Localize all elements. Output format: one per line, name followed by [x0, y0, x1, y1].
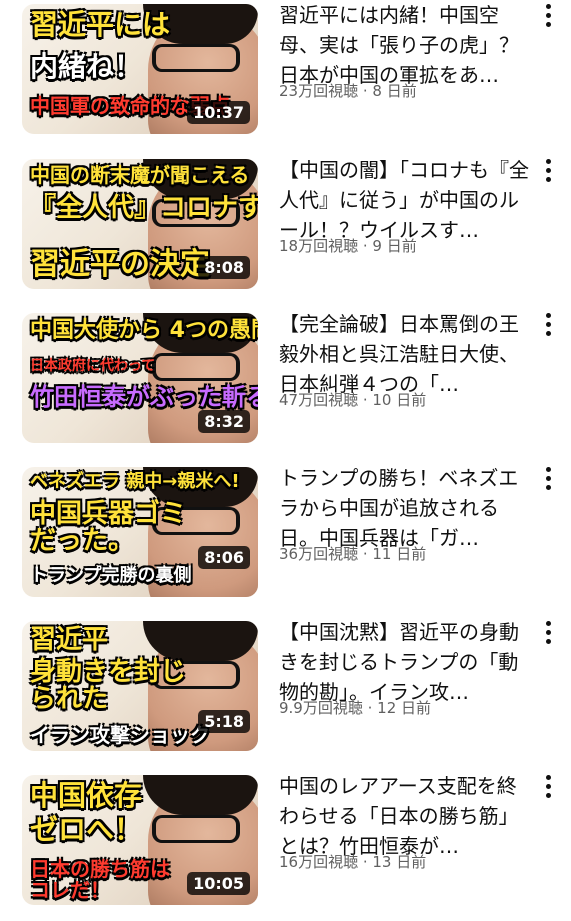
thumbnail-caption: 内緒ね！: [30, 50, 143, 83]
video-meta: 9.9万回視聴 · 12 日前: [279, 699, 432, 717]
video-title[interactable]: 【中国沈黙】習近平の身動きを封じるトランプの「動物的勘」。イラン攻…: [279, 617, 529, 707]
video-item[interactable]: 中国大使から 4つの愚問 日本政府に代わって 竹田恒泰がぶった斬る！ 8:32 …: [0, 309, 571, 459]
video-thumbnail[interactable]: 習近平 身動きを封じられた イラン攻撃ショック 5:18: [22, 621, 258, 751]
thumbnail-caption: 竹田恒泰がぶった斬る！: [30, 383, 258, 411]
thumbnail-caption: 日本政府に代わって: [30, 358, 156, 374]
thumbnail-caption: 習近平: [30, 625, 109, 655]
more-vertical-icon[interactable]: [538, 309, 558, 339]
video-thumbnail[interactable]: ベネズエラ 親中→親米へ! 中国兵器ゴミだった。 トランプ完勝の裏側 8:06: [22, 467, 258, 597]
thumbnail-caption: 『全人代』コロナすら従う: [30, 193, 258, 223]
thumbnail-caption: 日本の勝ち筋はコレだ！: [30, 857, 170, 902]
video-thumbnail[interactable]: 中国大使から 4つの愚問 日本政府に代わって 竹田恒泰がぶった斬る！ 8:32: [22, 313, 258, 443]
duration-badge: 10:05: [187, 872, 250, 895]
duration-badge: 8:08: [198, 256, 250, 279]
thumbnail-caption: 中国の断末魔が聞こえる: [30, 163, 250, 187]
video-item[interactable]: 中国の断末魔が聞こえる 『全人代』コロナすら従う 習近平の決定 8:08 【中国…: [0, 155, 571, 305]
thumbnail-caption: 身動きを封じられた: [30, 657, 187, 715]
thumbnail-caption: トランプ完勝の裏側: [30, 565, 192, 586]
video-item[interactable]: 中国依存 ゼロへ！ 日本の勝ち筋はコレだ！ 10:05 中国のレアアース支配を終…: [0, 771, 571, 921]
video-title[interactable]: 【中国の闇】「コロナも『全人代』に従う」が中国のルール！？ウイルスす…: [279, 155, 529, 245]
video-title[interactable]: 習近平には内緒！中国空母、実は「張り子の虎」？日本が中国の軍拡をあ…: [279, 0, 529, 90]
more-vertical-icon[interactable]: [538, 463, 558, 493]
video-item[interactable]: ベネズエラ 親中→親米へ! 中国兵器ゴミだった。 トランプ完勝の裏側 8:06 …: [0, 463, 571, 613]
thumbnail-caption: ベネズエラ 親中→親米へ!: [30, 471, 240, 492]
video-title[interactable]: 中国のレアアース支配を終わらせる「日本の勝ち筋」とは？竹田恒泰が…: [279, 771, 529, 861]
thumbnail-caption: 習近平の決定: [30, 247, 210, 282]
thumbnail-caption: 習近平には: [30, 8, 171, 41]
presenter-glasses: [152, 815, 240, 843]
more-vertical-icon[interactable]: [538, 0, 558, 30]
thumbnail-caption: ゼロへ！: [30, 813, 143, 846]
video-meta: 18万回視聴 · 9 日前: [279, 237, 417, 255]
video-meta: 36万回視聴 · 11 日前: [279, 545, 427, 563]
more-vertical-icon[interactable]: [538, 771, 558, 801]
video-meta: 16万回視聴 · 13 日前: [279, 853, 427, 871]
duration-badge: 8:32: [198, 410, 250, 433]
video-thumbnail[interactable]: 習近平には 内緒ね！ 中国軍の致命的な弱点 10:37: [22, 4, 258, 134]
video-list: 習近平には 内緒ね！ 中国軍の致命的な弱点 10:37 習近平には内緒！中国空母…: [0, 0, 571, 905]
thumbnail-caption: 中国兵器ゴミだった。: [30, 499, 187, 557]
thumbnail-caption: 中国依存: [30, 779, 143, 812]
presenter-glasses: [152, 353, 240, 381]
video-meta: 47万回視聴 · 10 日前: [279, 391, 427, 409]
video-item[interactable]: 習近平には 内緒ね！ 中国軍の致命的な弱点 10:37 習近平には内緒！中国空母…: [0, 0, 571, 150]
thumbnail-caption: 中国大使から 4つの愚問: [30, 318, 258, 343]
duration-badge: 10:37: [187, 101, 250, 124]
thumbnail-caption: イラン攻撃ショック: [30, 723, 210, 747]
duration-badge: 8:06: [198, 546, 250, 569]
more-vertical-icon[interactable]: [538, 155, 558, 185]
video-title[interactable]: トランプの勝ち！ベネズエラから中国が追放される日。中国兵器は「ガ…: [279, 463, 529, 553]
video-title[interactable]: 【完全論破】日本罵倒の王毅外相と呉江浩駐日大使、日本糾弾４つの「…: [279, 309, 529, 399]
video-item[interactable]: 習近平 身動きを封じられた イラン攻撃ショック 5:18 【中国沈黙】習近平の身…: [0, 617, 571, 767]
video-meta: 23万回視聴 · 8 日前: [279, 82, 417, 100]
video-thumbnail[interactable]: 中国の断末魔が聞こえる 『全人代』コロナすら従う 習近平の決定 8:08: [22, 159, 258, 289]
more-vertical-icon[interactable]: [538, 617, 558, 647]
video-thumbnail[interactable]: 中国依存 ゼロへ！ 日本の勝ち筋はコレだ！ 10:05: [22, 775, 258, 905]
presenter-glasses: [152, 44, 240, 72]
duration-badge: 5:18: [198, 710, 250, 733]
